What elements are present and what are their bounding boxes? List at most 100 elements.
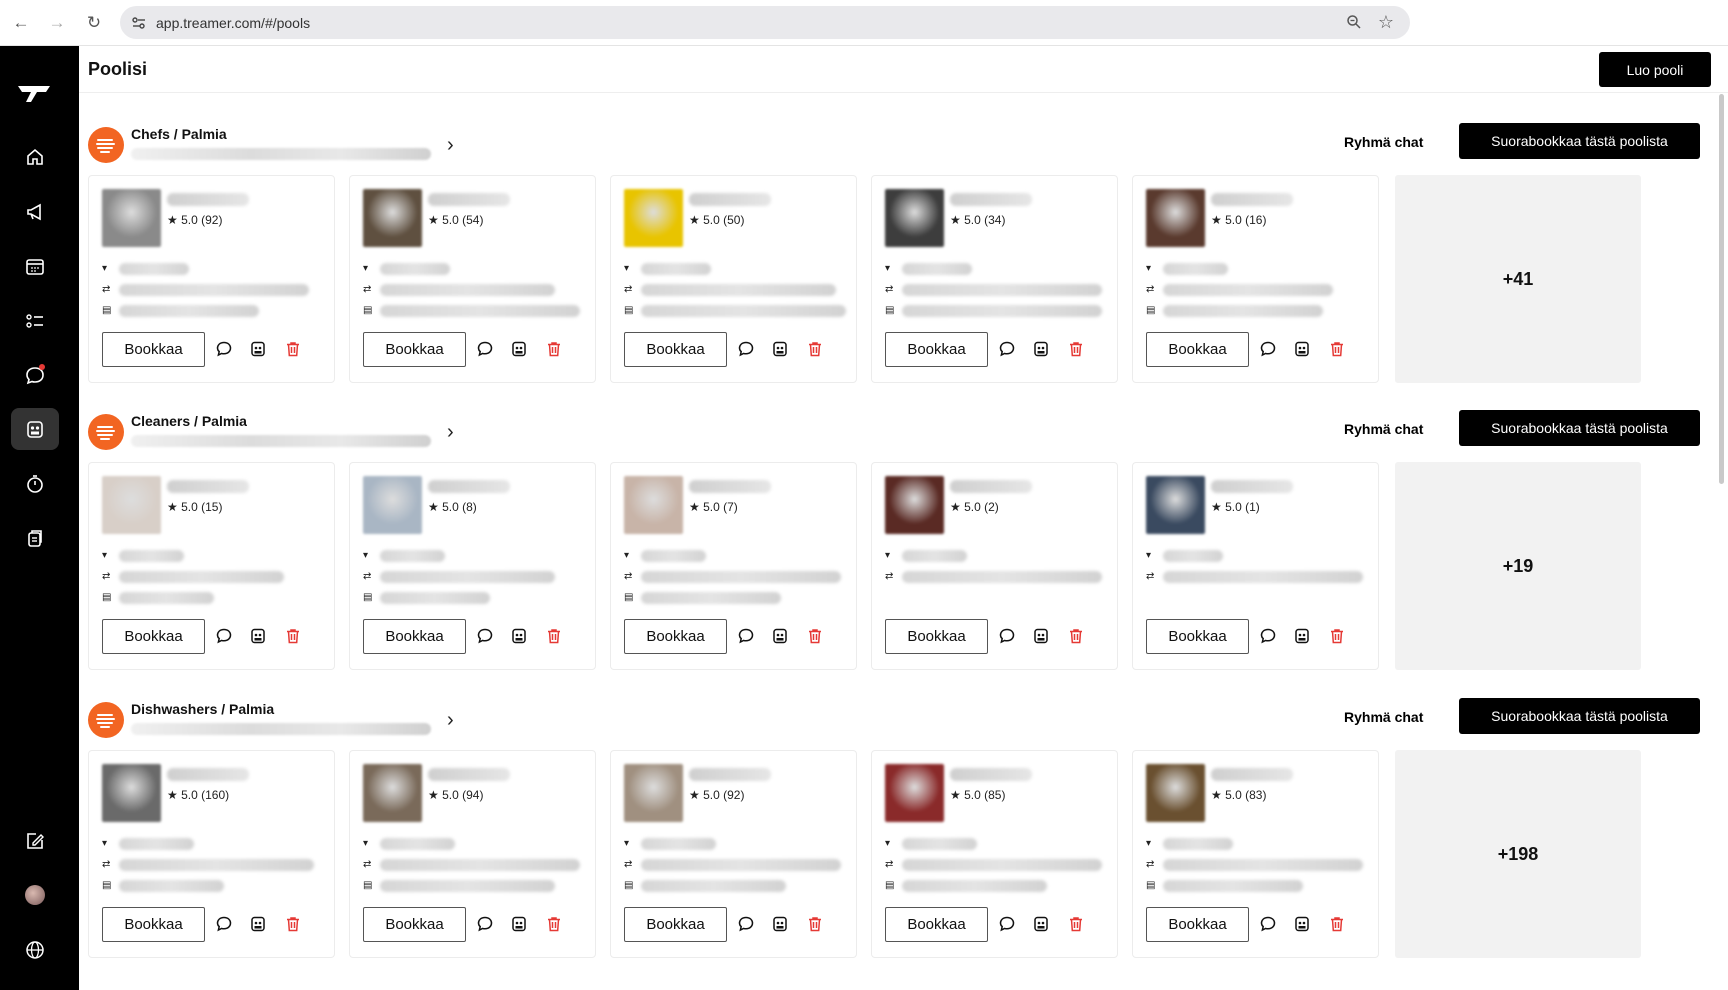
pools-icon[interactable] xyxy=(509,626,529,646)
direct-book-button[interactable]: Suorabookkaa tästä poolista xyxy=(1459,698,1700,734)
member-card[interactable]: ★ 5.0 (83) ▾ ⇄ ▤ Bookkaa xyxy=(1132,750,1379,958)
delete-icon[interactable] xyxy=(805,914,825,934)
pools-icon[interactable] xyxy=(248,626,268,646)
book-button[interactable]: Bookkaa xyxy=(624,619,727,654)
sidebar-item-documents[interactable] xyxy=(11,517,59,559)
sidebar-item-language[interactable] xyxy=(11,929,59,971)
member-card[interactable]: ★ 5.0 (2) ▾ ⇄ Bookkaa xyxy=(871,462,1118,670)
delete-icon[interactable] xyxy=(1327,339,1347,359)
member-photo[interactable] xyxy=(363,476,422,534)
forward-icon[interactable]: → xyxy=(46,12,68,34)
pool-name[interactable]: Chefs / Palmia xyxy=(131,126,227,142)
pools-icon[interactable] xyxy=(1031,339,1051,359)
delete-icon[interactable] xyxy=(805,339,825,359)
book-button[interactable]: Bookkaa xyxy=(1146,907,1249,942)
delete-icon[interactable] xyxy=(544,339,564,359)
member-photo[interactable] xyxy=(624,189,683,247)
delete-icon[interactable] xyxy=(283,339,303,359)
bookmark-star-icon[interactable]: ☆ xyxy=(1378,12,1394,33)
member-card[interactable]: ★ 5.0 (94) ▾ ⇄ ▤ Bookkaa xyxy=(349,750,596,958)
member-card[interactable]: ★ 5.0 (15) ▾ ⇄ ▤ Bookkaa xyxy=(88,462,335,670)
book-button[interactable]: Bookkaa xyxy=(363,907,466,942)
member-card[interactable]: ★ 5.0 (92) ▾ ⇄ ▤ Bookkaa xyxy=(610,750,857,958)
chat-icon[interactable] xyxy=(475,914,495,934)
chat-icon[interactable] xyxy=(1258,339,1278,359)
book-button[interactable]: Bookkaa xyxy=(102,907,205,942)
member-photo[interactable] xyxy=(624,476,683,534)
sidebar-item-profile[interactable] xyxy=(11,874,59,916)
delete-icon[interactable] xyxy=(1327,626,1347,646)
delete-icon[interactable] xyxy=(544,914,564,934)
sidebar-item-messages[interactable] xyxy=(11,354,59,396)
member-photo[interactable] xyxy=(885,476,944,534)
sidebar-item-calendar[interactable] xyxy=(11,245,59,287)
delete-icon[interactable] xyxy=(283,626,303,646)
delete-icon[interactable] xyxy=(283,914,303,934)
chevron-right-icon[interactable]: › xyxy=(447,134,454,157)
sidebar-item-home[interactable] xyxy=(11,136,59,178)
member-photo[interactable] xyxy=(1146,764,1205,822)
book-button[interactable]: Bookkaa xyxy=(363,619,466,654)
chat-icon[interactable] xyxy=(214,914,234,934)
chat-icon[interactable] xyxy=(997,339,1017,359)
pool-name[interactable]: Cleaners / Palmia xyxy=(131,413,247,429)
member-photo[interactable] xyxy=(102,189,161,247)
member-card[interactable]: ★ 5.0 (7) ▾ ⇄ ▤ Bookkaa xyxy=(610,462,857,670)
book-button[interactable]: Bookkaa xyxy=(624,332,727,367)
pools-icon[interactable] xyxy=(509,339,529,359)
book-button[interactable]: Bookkaa xyxy=(885,332,988,367)
member-photo[interactable] xyxy=(102,476,161,534)
book-button[interactable]: Bookkaa xyxy=(102,619,205,654)
chat-icon[interactable] xyxy=(214,339,234,359)
chat-icon[interactable] xyxy=(475,626,495,646)
direct-book-button[interactable]: Suorabookkaa tästä poolista xyxy=(1459,410,1700,446)
chat-icon[interactable] xyxy=(1258,626,1278,646)
delete-icon[interactable] xyxy=(1066,626,1086,646)
pools-icon[interactable] xyxy=(1292,339,1312,359)
member-photo[interactable] xyxy=(363,764,422,822)
more-members-tile[interactable]: +198 xyxy=(1395,750,1641,958)
book-button[interactable]: Bookkaa xyxy=(885,619,988,654)
sidebar-item-timesheets[interactable] xyxy=(11,463,59,505)
chevron-right-icon[interactable]: › xyxy=(447,421,454,444)
pools-icon[interactable] xyxy=(509,914,529,934)
book-button[interactable]: Bookkaa xyxy=(1146,619,1249,654)
chat-icon[interactable] xyxy=(736,339,756,359)
group-chat-button[interactable]: Ryhmä chat xyxy=(1344,134,1423,150)
site-settings-icon[interactable] xyxy=(130,14,148,32)
address-bar[interactable]: app.treamer.com/#/pools ☆ xyxy=(120,6,1410,39)
member-card[interactable]: ★ 5.0 (16) ▾ ⇄ ▤ Bookkaa xyxy=(1132,175,1379,383)
member-card[interactable]: ★ 5.0 (34) ▾ ⇄ ▤ Bookkaa xyxy=(871,175,1118,383)
member-card[interactable]: ★ 5.0 (92) ▾ ⇄ ▤ Bookkaa xyxy=(88,175,335,383)
delete-icon[interactable] xyxy=(805,626,825,646)
url-text[interactable]: app.treamer.com/#/pools xyxy=(156,15,310,31)
member-photo[interactable] xyxy=(885,189,944,247)
member-card[interactable]: ★ 5.0 (160) ▾ ⇄ ▤ Bookkaa xyxy=(88,750,335,958)
member-photo[interactable] xyxy=(363,189,422,247)
delete-icon[interactable] xyxy=(544,626,564,646)
member-card[interactable]: ★ 5.0 (1) ▾ ⇄ Bookkaa xyxy=(1132,462,1379,670)
pools-icon[interactable] xyxy=(1292,626,1312,646)
zoom-icon[interactable] xyxy=(1346,14,1362,30)
pools-icon[interactable] xyxy=(1292,914,1312,934)
group-chat-button[interactable]: Ryhmä chat xyxy=(1344,709,1423,725)
direct-book-button[interactable]: Suorabookkaa tästä poolista xyxy=(1459,123,1700,159)
book-button[interactable]: Bookkaa xyxy=(102,332,205,367)
delete-icon[interactable] xyxy=(1066,339,1086,359)
more-members-tile[interactable]: +19 xyxy=(1395,462,1641,670)
chat-icon[interactable] xyxy=(1258,914,1278,934)
member-card[interactable]: ★ 5.0 (50) ▾ ⇄ ▤ Bookkaa xyxy=(610,175,857,383)
member-photo[interactable] xyxy=(624,764,683,822)
pool-name[interactable]: Dishwashers / Palmia xyxy=(131,701,274,717)
pools-icon[interactable] xyxy=(248,339,268,359)
group-chat-button[interactable]: Ryhmä chat xyxy=(1344,421,1423,437)
pools-icon[interactable] xyxy=(770,914,790,934)
sidebar-item-pools[interactable] xyxy=(11,408,59,450)
pools-icon[interactable] xyxy=(770,339,790,359)
pools-icon[interactable] xyxy=(1031,626,1051,646)
member-card[interactable]: ★ 5.0 (85) ▾ ⇄ ▤ Bookkaa xyxy=(871,750,1118,958)
sidebar-item-edit[interactable] xyxy=(11,820,59,862)
member-card[interactable]: ★ 5.0 (8) ▾ ⇄ ▤ Bookkaa xyxy=(349,462,596,670)
book-button[interactable]: Bookkaa xyxy=(363,332,466,367)
back-icon[interactable]: ← xyxy=(10,12,32,34)
